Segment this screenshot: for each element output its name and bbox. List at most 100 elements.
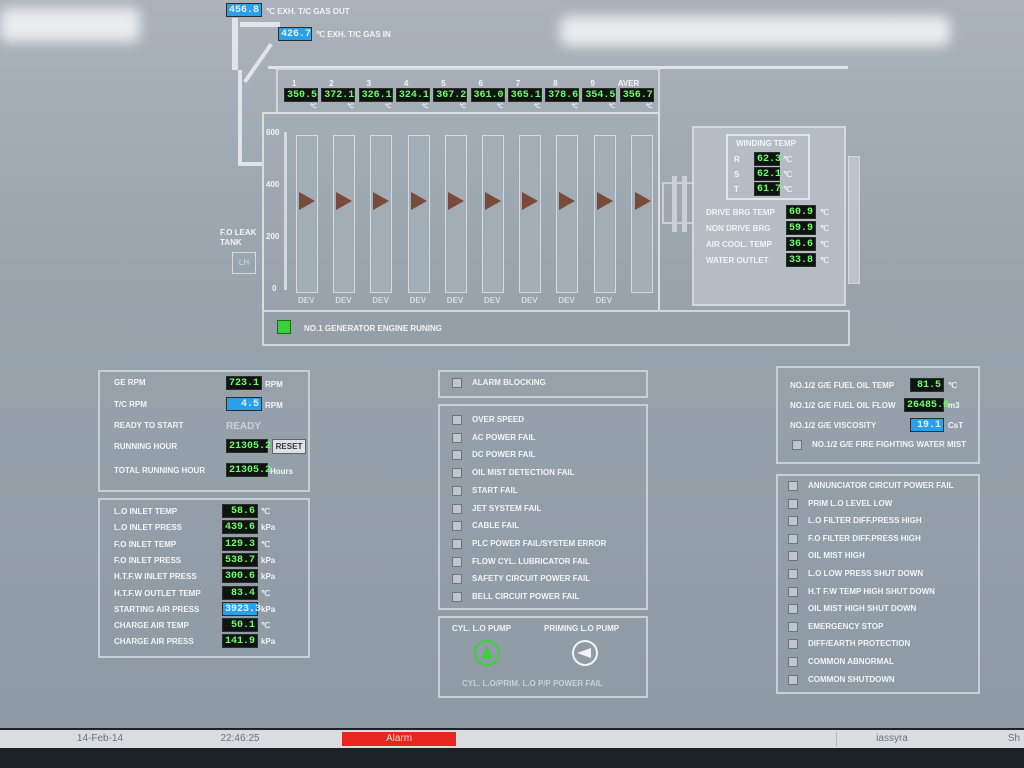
alarms_mid-checkbox-6[interactable] bbox=[452, 521, 462, 532]
alarms_mid-item-2[interactable]: DC POWER FAIL bbox=[452, 450, 536, 461]
alarms_right-item-8[interactable]: EMERGENCY STOP bbox=[788, 621, 884, 632]
alarms_right-item-11[interactable]: COMMON SHUTDOWN bbox=[788, 674, 895, 685]
alarms_right-checkbox-9[interactable] bbox=[788, 639, 798, 650]
bearing-value-2: 36.6 bbox=[786, 237, 816, 251]
alarms_mid-checkbox-2[interactable] bbox=[452, 450, 462, 461]
alarms_right-checkbox-4[interactable] bbox=[788, 551, 798, 562]
cyl-marker-7 bbox=[522, 192, 539, 210]
taskbar-alarm[interactable]: Alarm bbox=[342, 732, 456, 746]
alarms_mid-label-7: PLC POWER FAIL/SYSTEM ERROR bbox=[472, 539, 607, 548]
alarms_right-checkbox-7[interactable] bbox=[788, 604, 798, 615]
alarms_right-item-1[interactable]: PRIM L.O LEVEL LOW bbox=[788, 498, 892, 509]
tc-rpm-label: T/C RPM bbox=[114, 400, 147, 409]
cyl-bar-10 bbox=[630, 135, 653, 293]
fuel-value-1: 26485.6 bbox=[904, 398, 949, 412]
alarms_right-checkbox-10[interactable] bbox=[788, 657, 798, 667]
fuel-unit-2: CsT bbox=[948, 421, 964, 430]
cyl-lo-pump-icon[interactable] bbox=[474, 640, 500, 666]
priming-lo-pump-label: PRIMING L.O PUMP bbox=[544, 624, 620, 633]
cyl-unit-5: ℃ bbox=[459, 104, 466, 110]
press-value-0: 58.6 bbox=[222, 504, 258, 518]
cyl-bar-5 bbox=[444, 135, 467, 293]
running-hour-value: 21305.2 bbox=[226, 439, 271, 453]
dev-label-2: DEV bbox=[335, 296, 352, 305]
water-mist[interactable]: NO.1/2 G/E FIRE FIGHTING WATER MIST bbox=[792, 440, 966, 450]
press-value-3: 538.7 bbox=[222, 552, 258, 567]
cyl-bar-4 bbox=[407, 135, 430, 293]
priming-lo-pump-icon[interactable] bbox=[572, 640, 598, 666]
alarms_right-checkbox-2[interactable] bbox=[788, 516, 798, 527]
coupling bbox=[662, 182, 696, 224]
dev-label-8: DEV bbox=[558, 296, 575, 305]
cyl-bar-7 bbox=[519, 135, 542, 293]
bearing-label-0: DRIVE BRG TEMP bbox=[706, 208, 775, 217]
winding-temp-title: WINDING TEMP bbox=[736, 139, 796, 148]
alarms_mid-item-9[interactable]: SAFETY CIRCUIT POWER FAIL bbox=[452, 574, 590, 585]
cyl-temp-4: 324.1 bbox=[395, 88, 430, 102]
alarms_right-label-9: DIFF/EARTH PROTECTION bbox=[808, 639, 911, 649]
alarms_mid-checkbox-0[interactable] bbox=[452, 415, 462, 425]
alarms_right-label-8: EMERGENCY STOP bbox=[808, 621, 884, 631]
alarms_mid-checkbox-3[interactable] bbox=[452, 468, 462, 479]
alarms_right-checkbox-6[interactable] bbox=[788, 586, 798, 597]
alarms_mid-checkbox-9[interactable] bbox=[452, 574, 462, 585]
alarms_mid-item-8[interactable]: FLOW CYL. LUBRICATOR FAIL bbox=[452, 556, 590, 567]
alarms_right-item-9[interactable]: DIFF/EARTH PROTECTION bbox=[788, 639, 911, 650]
alarms_mid-item-7[interactable]: PLC POWER FAIL/SYSTEM ERROR bbox=[452, 538, 607, 549]
pump-power-fail: CYL. L.O/PRIM. L.O P/P POWER FAIL bbox=[462, 679, 603, 688]
alarms_mid-item-3[interactable]: OIL MIST DETECTION FAIL bbox=[452, 468, 575, 479]
alarm-blocking[interactable]: ALARM BLOCKING bbox=[452, 378, 546, 388]
alarms_right-checkbox-1[interactable] bbox=[788, 498, 798, 509]
alarms_mid-checkbox-1[interactable] bbox=[452, 432, 462, 443]
alarms_right-item-2[interactable]: L.O FILTER DIFF.PRESS HIGH bbox=[788, 516, 922, 527]
water-mist-checkbox[interactable] bbox=[792, 440, 802, 450]
exh-gas-out-value: 456.8 bbox=[226, 3, 262, 17]
total-running-label: TOTAL RUNNING HOUR bbox=[114, 466, 206, 475]
alarms_mid-checkbox-7[interactable] bbox=[452, 538, 462, 549]
alarms_mid-item-4[interactable]: START FAIL bbox=[452, 485, 518, 496]
alarms_mid-item-1[interactable]: AC POWER FAIL bbox=[452, 432, 536, 443]
dev-label-4: DEV bbox=[409, 296, 427, 305]
alarms_right-checkbox-0[interactable] bbox=[788, 481, 798, 491]
exh-gas-in-value: 426.7 bbox=[278, 27, 312, 41]
alarms_mid-item-6[interactable]: CABLE FAIL bbox=[452, 521, 519, 532]
ready-label: READY TO START bbox=[114, 421, 184, 430]
alarms_mid-checkbox-5[interactable] bbox=[452, 503, 462, 514]
cyl-marker-5 bbox=[447, 192, 464, 210]
alarms_right-checkbox-3[interactable] bbox=[788, 533, 798, 544]
alarms_right-item-7[interactable]: OIL MIST HIGH SHUT DOWN bbox=[788, 604, 916, 615]
alarms_mid-checkbox-4[interactable] bbox=[452, 485, 462, 496]
ge-rpm-value: 723.1 bbox=[226, 376, 262, 390]
cyl-bar-3 bbox=[370, 135, 393, 293]
alarms_mid-item-10[interactable]: BELL CIRCUIT POWER FAIL bbox=[452, 592, 579, 602]
alarms_right-checkbox-8[interactable] bbox=[788, 621, 798, 632]
alarms_mid-checkbox-10[interactable] bbox=[452, 592, 462, 602]
alarms_mid-item-5[interactable]: JET SYSTEM FAIL bbox=[452, 503, 541, 514]
fuel-label-1: NO.1/2 G/E FUEL OIL FLOW bbox=[790, 401, 896, 410]
alarms_right-item-10[interactable]: COMMON ABNORMAL bbox=[788, 657, 894, 667]
fuel-value-0: 81.5 bbox=[910, 378, 944, 392]
alarms_right-checkbox-11[interactable] bbox=[788, 674, 798, 685]
alarms_mid-checkbox-8[interactable] bbox=[452, 556, 462, 567]
alarms_right-item-3[interactable]: F.O FILTER DIFF.PRESS HIGH bbox=[788, 533, 921, 544]
cyl-number-3: 3 bbox=[366, 79, 372, 88]
cyl-number-8: 8 bbox=[553, 79, 558, 88]
tc-rpm-unit: RPM bbox=[265, 401, 283, 410]
reset-button[interactable]: RESET bbox=[272, 439, 306, 454]
alarms_right-item-4[interactable]: OIL MIST HIGH bbox=[788, 551, 865, 562]
alarm-blocking-checkbox[interactable] bbox=[452, 378, 462, 388]
winding-t-unit: ℃ bbox=[783, 185, 792, 194]
dev-label-1: DEV bbox=[298, 296, 315, 305]
alarms_right-checkbox-5[interactable] bbox=[788, 569, 798, 579]
alarms_right-item-6[interactable]: H.T F.W TEMP HIGH SHUT DOWN bbox=[788, 586, 935, 597]
dev-label-9: DEV bbox=[595, 296, 613, 305]
fuel-label-0: NO.1/2 G/E FUEL OIL TEMP bbox=[790, 381, 895, 390]
press-value-5: 83.4 bbox=[222, 585, 258, 600]
alarms_right-item-0[interactable]: ANNUNCIATOR CIRCUIT POWER FAIL bbox=[788, 481, 953, 491]
press-value-7: 50.1 bbox=[222, 618, 258, 633]
alarms_mid-item-0[interactable]: OVER SPEED bbox=[452, 415, 524, 425]
cyl-temp-5: 367.2 bbox=[433, 88, 468, 102]
scale-600: 600 bbox=[266, 128, 280, 137]
cyl-marker-3 bbox=[373, 192, 390, 210]
alarms_right-item-5[interactable]: L.O LOW PRESS SHUT DOWN bbox=[788, 569, 923, 579]
